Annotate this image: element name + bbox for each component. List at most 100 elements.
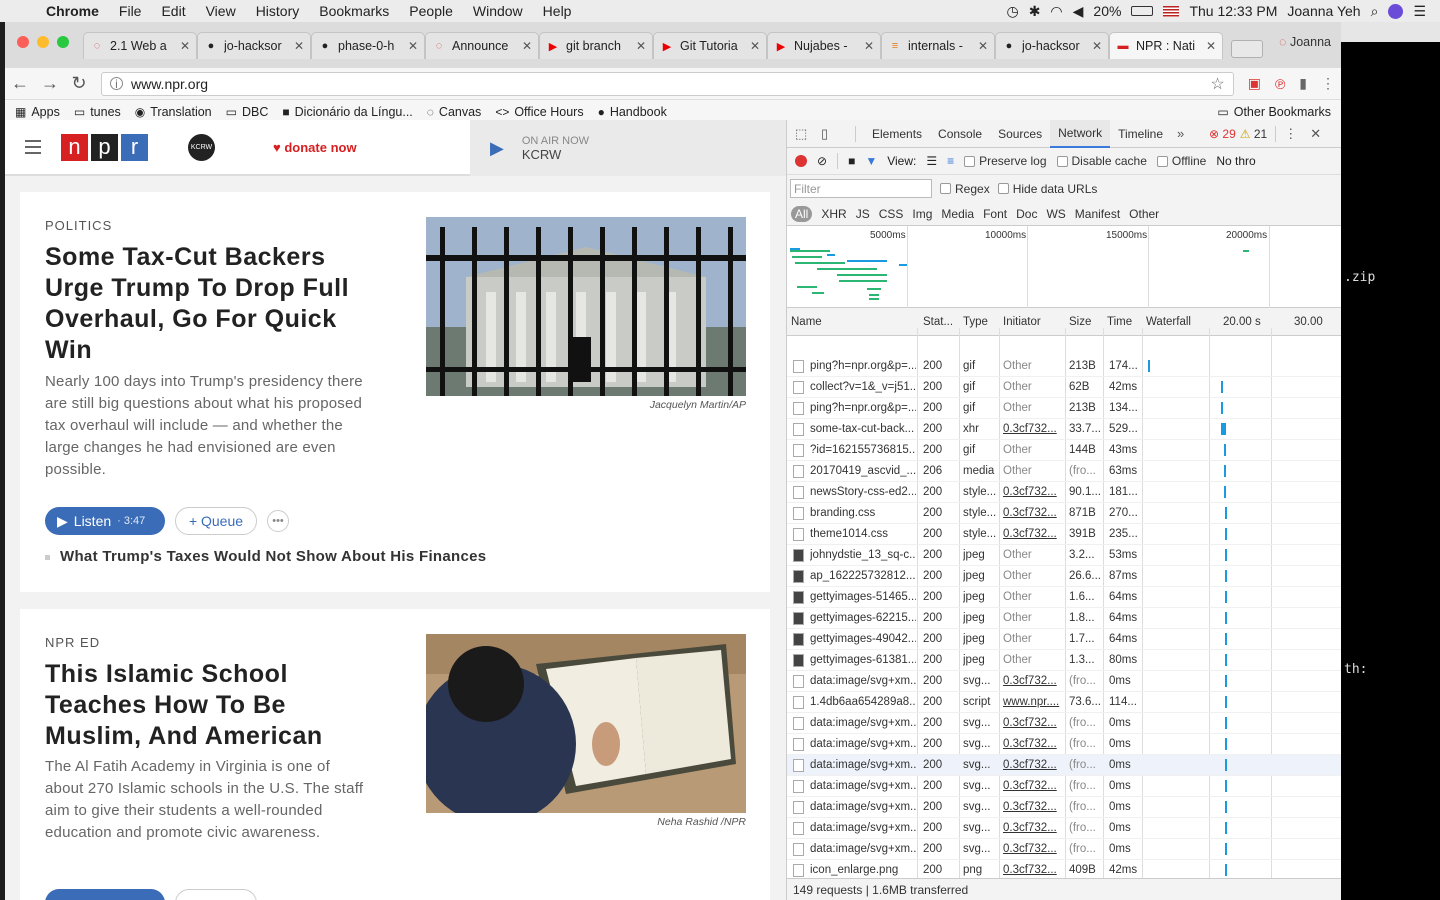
- reload-icon[interactable]: ↻: [71, 73, 87, 94]
- story-title[interactable]: Some Tax-Cut Backers Urge Trump To Drop …: [45, 242, 385, 366]
- close-tab-icon[interactable]: ✕: [978, 39, 988, 53]
- browser-tab[interactable]: ▶ Git Tutoria ✕: [653, 32, 767, 59]
- request-row[interactable]: ap_162225732812... 200 jpeg Other 26.6... 87m…: [787, 566, 1341, 587]
- listen-button[interactable]: ▶ Listen · 3:47: [45, 507, 165, 535]
- request-row[interactable]: data:image/svg+xm... 200 svg... 0.3cf732...…: [787, 671, 1341, 692]
- type-filter-other[interactable]: Other: [1129, 207, 1159, 221]
- inspect-element-icon[interactable]: ⬚: [795, 126, 813, 142]
- list-view-icon[interactable]: ☰: [926, 154, 937, 168]
- devtools-tab-sources[interactable]: Sources: [990, 120, 1050, 148]
- column-header[interactable]: Initiator: [1003, 316, 1041, 328]
- menu-item[interactable]: View: [196, 3, 246, 19]
- clock[interactable]: Thu 12:33 PM: [1189, 3, 1277, 19]
- other-bookmarks[interactable]: ▭ Other Bookmarks: [1217, 105, 1331, 119]
- type-filter-js[interactable]: JS: [856, 207, 870, 221]
- browser-tab[interactable]: ● phase-0-h ✕: [311, 32, 425, 59]
- close-tab-icon[interactable]: ✕: [294, 39, 304, 53]
- column-header[interactable]: Stat...: [923, 316, 953, 328]
- column-header[interactable]: 20.00 s: [1223, 316, 1261, 328]
- request-row[interactable]: gettyimages-61381... 200 jpeg Other 1.3... 80…: [787, 650, 1341, 671]
- filter-icon[interactable]: ▼: [865, 154, 877, 168]
- close-tab-icon[interactable]: ✕: [750, 39, 760, 53]
- kcrw-logo[interactable]: KCRW: [188, 133, 215, 161]
- request-row[interactable]: data:image/svg+xm... 200 svg... 0.3cf732...…: [787, 713, 1341, 734]
- waterfall-view-icon[interactable]: ≡: [947, 154, 954, 168]
- close-window-button[interactable]: [17, 36, 29, 48]
- story-teaser[interactable]: The Al Fatih Academy in Virginia is one …: [45, 756, 365, 844]
- story-teaser[interactable]: Nearly 100 days into Trump's presidency …: [45, 371, 365, 481]
- profile-button[interactable]: ◌ Joanna: [1279, 35, 1331, 49]
- time-machine-icon[interactable]: ◷: [1006, 3, 1018, 20]
- close-tab-icon[interactable]: ✕: [636, 39, 646, 53]
- bookmark-item[interactable]: ◉ Translation: [135, 105, 212, 119]
- bookmark-item[interactable]: ▭ DBC: [226, 105, 269, 119]
- column-header[interactable]: Time: [1107, 316, 1132, 328]
- network-overview[interactable]: 5000ms 10000ms 15000ms 20000ms: [787, 226, 1341, 308]
- menu-item[interactable]: Help: [533, 3, 582, 19]
- bookmark-item[interactable]: ● Handbook: [598, 105, 667, 119]
- devtools-tab-timeline[interactable]: Timeline: [1110, 120, 1171, 148]
- bookmark-item[interactable]: <> Office Hours: [495, 105, 583, 119]
- request-row[interactable]: gettyimages-62215... 200 jpeg Other 1.8... 64…: [787, 608, 1341, 629]
- chrome-menu-icon[interactable]: ⋮: [1321, 75, 1335, 92]
- queue-button[interactable]: + Queue: [175, 507, 257, 535]
- type-filter-doc[interactable]: Doc: [1016, 207, 1037, 221]
- more-options-icon[interactable]: •••: [267, 510, 289, 532]
- type-filter-manifest[interactable]: Manifest: [1075, 207, 1120, 221]
- hide-data-urls-checkbox[interactable]: Hide data URLs: [997, 182, 1097, 196]
- menu-item[interactable]: History: [246, 3, 310, 19]
- story-image[interactable]: [426, 217, 746, 396]
- column-header[interactable]: Type: [963, 316, 988, 328]
- menu-item[interactable]: File: [109, 3, 152, 19]
- spotlight-icon[interactable]: ⌕: [1371, 3, 1379, 20]
- request-row[interactable]: data:image/svg+xm... 200 svg... 0.3cf732...…: [787, 818, 1341, 839]
- bookmark-star-icon[interactable]: ☆: [1210, 74, 1224, 94]
- close-tab-icon[interactable]: ✕: [1092, 39, 1102, 53]
- request-row[interactable]: collect?v=1&_v=j51... 200 gif Other 62B 42ms: [787, 377, 1341, 398]
- forward-icon[interactable]: →: [41, 73, 59, 94]
- related-story-link[interactable]: What Trump's Taxes Would Not Show About …: [45, 548, 486, 565]
- screenshot-icon[interactable]: ■: [848, 154, 855, 168]
- bookmark-item[interactable]: ■ Dicionário da Língu...: [282, 105, 412, 119]
- terminal-window[interactable]: .zip th:: [1340, 22, 1440, 900]
- request-list[interactable]: ping?h=npr.org&p=... 200 gif Other 213B 174..…: [787, 356, 1341, 886]
- type-filter-xhr[interactable]: XHR: [821, 207, 846, 221]
- listen-button[interactable]: [45, 889, 165, 900]
- devtools-tab-network[interactable]: Network: [1050, 119, 1111, 148]
- error-count[interactable]: ⊗ 29: [1209, 127, 1236, 141]
- story-image[interactable]: [426, 634, 746, 813]
- wifi-icon[interactable]: ◠: [1050, 3, 1062, 20]
- close-tab-icon[interactable]: ✕: [408, 39, 418, 53]
- info-icon[interactable]: i: [110, 77, 123, 91]
- regex-checkbox[interactable]: Regex: [940, 182, 990, 196]
- device-toolbar-icon[interactable]: ▯: [821, 126, 839, 142]
- more-tabs-icon[interactable]: »: [1177, 126, 1195, 141]
- browser-tab[interactable]: ▶ git branch ✕: [539, 32, 653, 59]
- request-row[interactable]: branding.css 200 style... 0.3cf732... 871B 27…: [787, 503, 1341, 524]
- bookmark-item[interactable]: ▦ Apps: [15, 105, 60, 119]
- on-air-player[interactable]: ▶ ON AIR NOW KCRW: [470, 120, 786, 176]
- story-slug[interactable]: NPR ED: [45, 635, 100, 650]
- flag-icon[interactable]: [1163, 5, 1180, 17]
- request-row[interactable]: data:image/svg+xm... 200 svg... 0.3cf732...…: [787, 839, 1341, 860]
- bookmark-item[interactable]: ◌ Canvas: [427, 105, 482, 119]
- pinterest-extension-icon[interactable]: ℗: [1275, 76, 1285, 92]
- request-row[interactable]: data:image/svg+xm... 200 svg... 0.3cf732...…: [787, 755, 1341, 776]
- browser-tab[interactable]: ● jo-hacksor ✕: [995, 32, 1109, 59]
- request-row[interactable]: newsStory-css-ed2... 200 style... 0.3cf732.…: [787, 482, 1341, 503]
- request-row[interactable]: ?id=162155736815... 200 gif Other 144B 43ms: [787, 440, 1341, 461]
- user-name[interactable]: Joanna Yeh: [1287, 3, 1360, 19]
- donate-button[interactable]: ♥ donate now: [273, 140, 357, 155]
- devtools-tab-elements[interactable]: Elements: [864, 120, 930, 148]
- type-filter-css[interactable]: CSS: [879, 207, 904, 221]
- browser-tab[interactable]: ◌ 2.1 Web a ✕: [83, 32, 197, 59]
- close-tab-icon[interactable]: ✕: [180, 39, 190, 53]
- queue-button[interactable]: [175, 889, 257, 900]
- request-row[interactable]: data:image/svg+xm... 200 svg... 0.3cf732...…: [787, 776, 1341, 797]
- browser-tab[interactable]: ● jo-hacksor ✕: [197, 32, 311, 59]
- play-icon[interactable]: ▶: [490, 138, 504, 159]
- volume-icon[interactable]: ◀: [1073, 3, 1084, 20]
- request-row[interactable]: data:image/svg+xm... 200 svg... 0.3cf732...…: [787, 734, 1341, 755]
- close-tab-icon[interactable]: ✕: [1206, 39, 1216, 53]
- request-row[interactable]: gettyimages-49042... 200 jpeg Other 1.7... 64…: [787, 629, 1341, 650]
